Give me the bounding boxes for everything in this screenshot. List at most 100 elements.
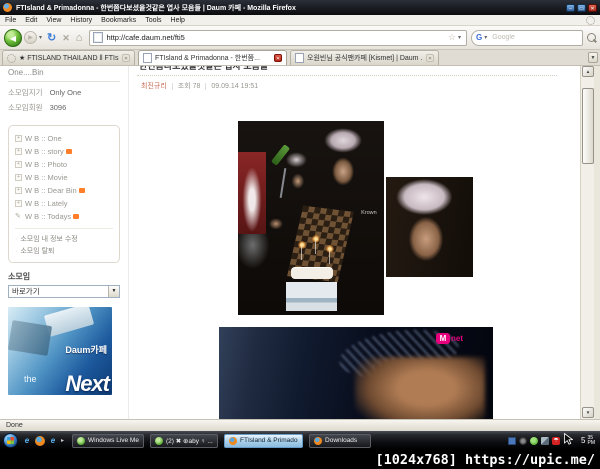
tab-close-icon[interactable]: ✕ xyxy=(274,54,282,62)
desktop-screenshot: FTIsland & Primadonna - 한번쯤다보셨을것같은 엽사 모음… xyxy=(0,0,600,469)
forward-button[interactable]: ▶ xyxy=(24,31,37,44)
status-text: Done xyxy=(6,422,23,429)
board-label[interactable]: W B :: One xyxy=(25,134,62,143)
sidebar-item-wb-photo[interactable]: + W B :: Photo xyxy=(15,158,119,171)
sidebar-item-wb-story[interactable]: + W B :: story xyxy=(15,145,119,158)
tab-ftisland-primadonna-active[interactable]: FTIsland & Primadonna - 한번쯤... ✕ xyxy=(138,50,287,65)
sidebar-item-wb-dear-bin[interactable]: + W B :: Dear Bin xyxy=(15,184,119,197)
board-label[interactable]: W B :: Photo xyxy=(25,160,67,169)
taskbar-clock[interactable]: 5 35 PM xyxy=(581,435,595,446)
search-engine-dropdown-icon[interactable]: ▾ xyxy=(484,34,487,41)
pencil-icon: ✎ xyxy=(15,212,21,220)
board-label[interactable]: W B :: Todays xyxy=(25,212,71,221)
mnet-net-text: net xyxy=(451,334,463,343)
minimize-button[interactable]: – xyxy=(566,3,575,12)
daum-cafe-ad-banner[interactable]: Daum카페 the Next xyxy=(8,307,112,395)
shortcut-selected-value[interactable]: 바로가기 xyxy=(9,286,108,297)
menu-file[interactable]: File xyxy=(5,17,16,24)
taskbar-button-downloads[interactable]: Downloads xyxy=(309,433,372,448)
list-all-tabs-button[interactable]: ▼ xyxy=(588,52,598,63)
taskbar-button-firefox-active[interactable]: FTIsland & Primadon... xyxy=(224,433,304,448)
tab-label[interactable]: ★ FTISLAND THAILAND ll FTIsland Thai... xyxy=(19,54,119,62)
expand-icon[interactable]: + xyxy=(15,187,22,194)
sidebar-item-wb-movie[interactable]: + W B :: Movie xyxy=(15,171,119,184)
back-button[interactable]: ◀ xyxy=(4,28,22,47)
home-button[interactable]: ⌂ xyxy=(76,32,83,44)
stop-button[interactable]: ✕ xyxy=(62,32,70,44)
new-post-badge xyxy=(73,214,80,219)
link-label[interactable]: 소모임 내 정보 수정 xyxy=(20,234,77,244)
expand-icon[interactable]: + xyxy=(15,161,22,168)
internet-explorer-icon[interactable]: e xyxy=(22,436,32,446)
taskbar-button-label[interactable]: (2) ✖ ⊕aby ♀ ... xyxy=(166,437,213,445)
urlbar-dropdown-icon[interactable]: ▾ xyxy=(458,34,461,41)
menu-tools[interactable]: Tools xyxy=(145,17,161,24)
taskbar-button-label[interactable]: Downloads xyxy=(325,437,357,444)
post-photo-face-closeup xyxy=(386,177,473,277)
shortcut-select[interactable]: 바로가기 ▼ xyxy=(8,285,120,298)
tray-volume-icon[interactable] xyxy=(519,436,528,445)
scroll-down-button[interactable]: ▼ xyxy=(582,407,594,418)
banner-brand-text: Daum카페 xyxy=(65,345,107,355)
menu-bookmarks[interactable]: Bookmarks xyxy=(101,17,136,24)
board-label[interactable]: W B :: Lately xyxy=(25,199,68,208)
maximize-button[interactable]: ▭ xyxy=(577,3,586,12)
expand-icon[interactable]: + xyxy=(15,135,22,142)
leave-group-link[interactable]: · 소모임 탈퇴 xyxy=(15,245,119,257)
close-button[interactable]: ✕ xyxy=(588,3,597,12)
tab-close-icon[interactable]: ✕ xyxy=(122,54,130,62)
sidebar-item-wb-todays[interactable]: ✎ W B :: Todays xyxy=(15,210,119,223)
bookmark-star-icon[interactable]: ☆ xyxy=(448,33,456,42)
post-author[interactable]: 최진규리 xyxy=(141,81,167,91)
taskbar-button-label[interactable]: Windows Live Messe... xyxy=(88,437,139,444)
quicklaunch-expand-icon[interactable]: ▸ xyxy=(61,437,64,444)
menu-view[interactable]: View xyxy=(46,17,61,24)
tray-antivirus-icon[interactable]: ☂ xyxy=(552,436,561,445)
sidebar-item-wb-one[interactable]: + W B :: One xyxy=(15,132,119,145)
menu-help[interactable]: Help xyxy=(171,17,185,24)
search-magnifier-icon[interactable] xyxy=(587,33,596,42)
expand-icon[interactable]: + xyxy=(15,148,22,155)
board-label[interactable]: W B :: Dear Bin xyxy=(25,186,77,195)
tray-messenger-icon[interactable] xyxy=(530,436,539,445)
tab-label[interactable]: 오원빈님 공식팬카페 [Kismet] | Daum ... xyxy=(307,53,423,63)
post-date: 09.09.14 19:51 xyxy=(211,82,259,90)
scroll-up-button[interactable]: ▲ xyxy=(582,66,594,77)
taskbar-button-chat[interactable]: (2) ✖ ⊕aby ♀ ... xyxy=(150,433,219,448)
tray-app-icon[interactable] xyxy=(508,436,517,445)
vertical-scrollbar[interactable]: ▲ ▼ xyxy=(580,66,594,419)
search-bar[interactable]: G ▾ Google xyxy=(471,29,583,46)
google-logo-icon[interactable]: G xyxy=(476,33,482,42)
tab-ftisland-thailand[interactable]: ★ FTISLAND THAILAND ll FTIsland Thai... … xyxy=(2,50,135,65)
taskbar-buttons: Windows Live Messe... (2) ✖ ⊕aby ♀ ... F… xyxy=(72,433,508,448)
url-bar[interactable]: http://cafe.daum.net/fti5 ☆ ▾ xyxy=(89,29,467,46)
menu-edit[interactable]: Edit xyxy=(25,17,37,24)
sidebar-item-wb-lately[interactable]: + W B :: Lately xyxy=(15,197,119,210)
link-label[interactable]: 소모임 탈퇴 xyxy=(20,246,54,256)
expand-icon[interactable]: + xyxy=(15,174,22,181)
search-input[interactable]: Google xyxy=(492,34,578,41)
tab-close-icon[interactable]: ✕ xyxy=(426,54,434,62)
menu-history[interactable]: History xyxy=(70,17,92,24)
reload-button[interactable]: ↻ xyxy=(47,32,56,44)
expand-icon[interactable]: + xyxy=(15,200,22,207)
tray-network-icon[interactable] xyxy=(541,436,550,445)
firefox-quicklaunch-icon[interactable] xyxy=(35,435,45,446)
edit-my-info-link[interactable]: · 소모임 내 정보 수정 xyxy=(15,233,119,245)
taskbar-button-messenger[interactable]: Windows Live Messe... xyxy=(72,433,145,448)
tab-kismet-cafe[interactable]: 오원빈님 공식팬카페 [Kismet] | Daum ... ✕ xyxy=(290,50,439,65)
start-button[interactable] xyxy=(3,433,18,448)
group-members-label: 소모임회원 xyxy=(8,103,43,112)
taskbar-button-label[interactable]: FTIsland & Primadon... xyxy=(240,437,298,444)
board-label[interactable]: W B :: story xyxy=(25,147,64,156)
board-menu-box: + W B :: One + W B :: story + W B :: Pho… xyxy=(8,125,120,263)
mnet-m-badge-icon: M xyxy=(436,333,450,344)
internet-explorer-icon[interactable]: e xyxy=(48,436,58,446)
scrollbar-thumb[interactable] xyxy=(582,88,594,164)
board-label[interactable]: W B :: Movie xyxy=(25,173,68,182)
url-text[interactable]: http://cafe.daum.net/fti5 xyxy=(106,33,447,42)
tab-label[interactable]: FTIsland & Primadonna - 한번쯤... xyxy=(155,53,271,63)
group-members-value: 3096 xyxy=(49,103,67,112)
history-dropdown-icon[interactable]: ▾ xyxy=(39,34,42,41)
select-dropdown-icon[interactable]: ▼ xyxy=(108,286,119,297)
